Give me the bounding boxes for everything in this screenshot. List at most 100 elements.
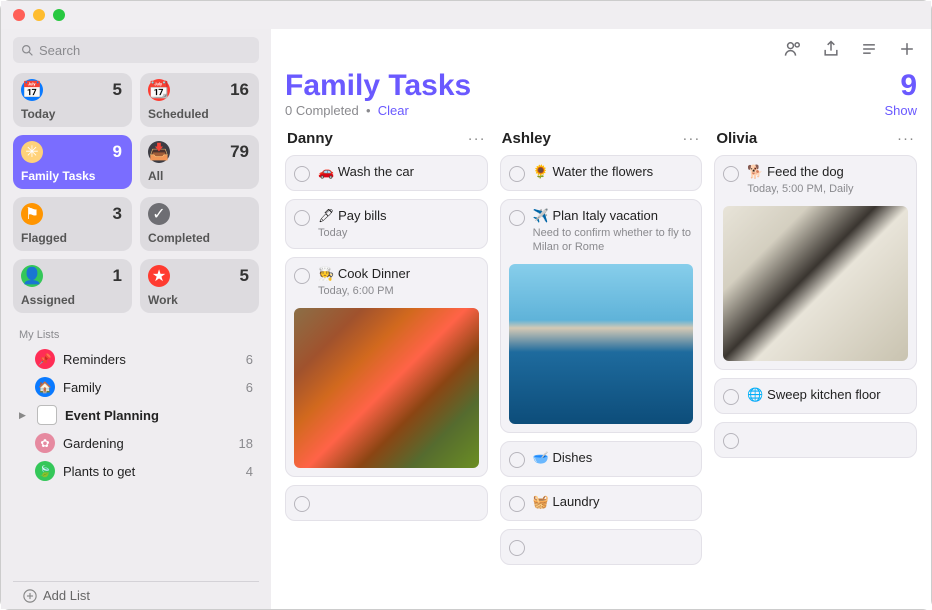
task-title: 🐕 Feed the dog [747, 164, 908, 181]
task-title: 🥣 Dishes [533, 450, 694, 467]
tile-family-count: 9 [113, 142, 122, 162]
page-count: 9 [900, 69, 917, 103]
list-gardening[interactable]: ✿ Gardening 18 [13, 429, 259, 457]
tile-today[interactable]: 📅5 Today [13, 73, 132, 127]
flag-icon: ⚑ [21, 203, 43, 225]
view-options-icon[interactable] [859, 39, 879, 59]
column-ashley: Ashley ··· 🌻 Water the flowers ✈️ Plan I… [500, 130, 703, 565]
tile-scheduled-label: Scheduled [148, 107, 249, 121]
tile-family-tasks[interactable]: ✳9 Family Tasks [13, 135, 132, 189]
fullscreen-window-button[interactable] [53, 9, 65, 21]
task-card-wash-car[interactable]: 🚗 Wash the car [285, 155, 488, 191]
list-label: Reminders [63, 352, 238, 367]
column-more-button[interactable]: ··· [468, 130, 486, 147]
task-checkbox[interactable] [509, 166, 525, 182]
task-checkbox[interactable] [723, 433, 739, 449]
task-card-empty[interactable] [714, 422, 917, 458]
column-title: Danny [287, 130, 333, 147]
task-title: 🌻 Water the flowers [533, 164, 694, 181]
list-count: 4 [246, 464, 253, 479]
task-card-cook-dinner[interactable]: 🧑‍🍳 Cook Dinner Today, 6:00 PM [285, 257, 488, 477]
share-icon[interactable] [821, 39, 841, 59]
task-title: 🚗 Wash the car [318, 164, 479, 181]
tile-work[interactable]: ★5 Work [140, 259, 259, 313]
tile-scheduled[interactable]: 📆16 Scheduled [140, 73, 259, 127]
task-card-plan-italy[interactable]: ✈️ Plan Italy vacation Need to confirm w… [500, 199, 703, 433]
window-titlebar [1, 1, 931, 29]
list-group-event-planning[interactable]: ▶ Event Planning [13, 401, 259, 429]
task-title: 🌐 Sweep kitchen floor [747, 387, 908, 404]
leaf-icon: 🍃 [35, 461, 55, 481]
task-subtitle: Need to confirm whether to fly to Milan … [533, 226, 694, 255]
task-checkbox[interactable] [294, 268, 310, 284]
search-placeholder: Search [39, 43, 80, 58]
task-checkbox[interactable] [509, 540, 525, 556]
tile-work-label: Work [148, 293, 249, 307]
tile-completed[interactable]: ✓ Completed [140, 197, 259, 251]
column-title: Olivia [716, 130, 757, 147]
show-completed-button[interactable]: Show [884, 103, 917, 118]
column-more-button[interactable]: ··· [897, 130, 915, 147]
task-image [294, 308, 479, 468]
column-olivia: Olivia ··· 🐕 Feed the dog Today, 5:00 PM… [714, 130, 917, 565]
sparkle-icon: ✳ [21, 141, 43, 163]
task-card-dishes[interactable]: 🥣 Dishes [500, 441, 703, 477]
list-label: Plants to get [63, 464, 238, 479]
main-panel: Family Tasks 9 0 Completed • Clear Show … [271, 29, 931, 609]
list-count: 18 [239, 436, 253, 451]
task-checkbox[interactable] [723, 389, 739, 405]
task-card-feed-dog[interactable]: 🐕 Feed the dog Today, 5:00 PM, Daily [714, 155, 917, 370]
my-lists-heading: My Lists [19, 329, 253, 341]
list-family[interactable]: 🏠 Family 6 [13, 373, 259, 401]
person-icon: 👤 [21, 265, 43, 287]
list-count: 6 [246, 352, 253, 367]
task-title: 🖊 Pay bills [318, 208, 479, 225]
tile-all-label: All [148, 169, 249, 183]
task-card-empty[interactable] [285, 485, 488, 521]
calendar-today-icon: 📅 [21, 79, 43, 101]
task-checkbox[interactable] [723, 166, 739, 182]
folder-icon [37, 405, 57, 425]
task-card-empty[interactable] [500, 529, 703, 565]
task-checkbox[interactable] [509, 452, 525, 468]
tile-assigned[interactable]: 👤1 Assigned [13, 259, 132, 313]
collaborate-icon[interactable] [783, 39, 803, 59]
list-plants[interactable]: 🍃 Plants to get 4 [13, 457, 259, 485]
minimize-window-button[interactable] [33, 9, 45, 21]
task-checkbox[interactable] [294, 496, 310, 512]
task-card-water-flowers[interactable]: 🌻 Water the flowers [500, 155, 703, 191]
clear-completed-button[interactable]: Clear [378, 103, 409, 118]
tile-completed-label: Completed [148, 231, 249, 245]
tile-assigned-label: Assigned [21, 293, 122, 307]
tile-flagged[interactable]: ⚑3 Flagged [13, 197, 132, 251]
tile-flagged-count: 3 [113, 204, 122, 224]
task-checkbox[interactable] [294, 210, 310, 226]
chevron-right-icon: ▶ [19, 410, 29, 421]
toolbar [271, 29, 931, 69]
column-more-button[interactable]: ··· [682, 130, 700, 147]
search-icon [21, 44, 34, 57]
task-card-sweep[interactable]: 🌐 Sweep kitchen floor [714, 378, 917, 414]
task-card-pay-bills[interactable]: 🖊 Pay bills Today [285, 199, 488, 249]
tile-today-label: Today [21, 107, 122, 121]
tile-scheduled-count: 16 [230, 80, 249, 100]
task-checkbox[interactable] [509, 496, 525, 512]
task-subtitle: Today, 5:00 PM, Daily [747, 182, 908, 196]
traffic-lights [13, 9, 65, 21]
task-title: 🧑‍🍳 Cook Dinner [318, 266, 479, 283]
task-checkbox[interactable] [509, 210, 525, 226]
close-window-button[interactable] [13, 9, 25, 21]
task-subtitle: Today, 6:00 PM [318, 284, 479, 298]
task-checkbox[interactable] [294, 166, 310, 182]
add-reminder-icon[interactable] [897, 39, 917, 59]
my-lists: 📌 Reminders 6 🏠 Family 6 ▶ Event Plannin… [13, 345, 259, 581]
task-card-laundry[interactable]: 🧺 Laundry [500, 485, 703, 521]
search-input[interactable]: Search [13, 37, 259, 63]
flower-icon: ✿ [35, 433, 55, 453]
task-title: 🧺 Laundry [533, 494, 694, 511]
add-list-label: Add List [43, 588, 90, 603]
list-reminders[interactable]: 📌 Reminders 6 [13, 345, 259, 373]
add-list-button[interactable]: Add List [13, 581, 259, 609]
list-count: 6 [246, 380, 253, 395]
tile-all[interactable]: 📥79 All [140, 135, 259, 189]
